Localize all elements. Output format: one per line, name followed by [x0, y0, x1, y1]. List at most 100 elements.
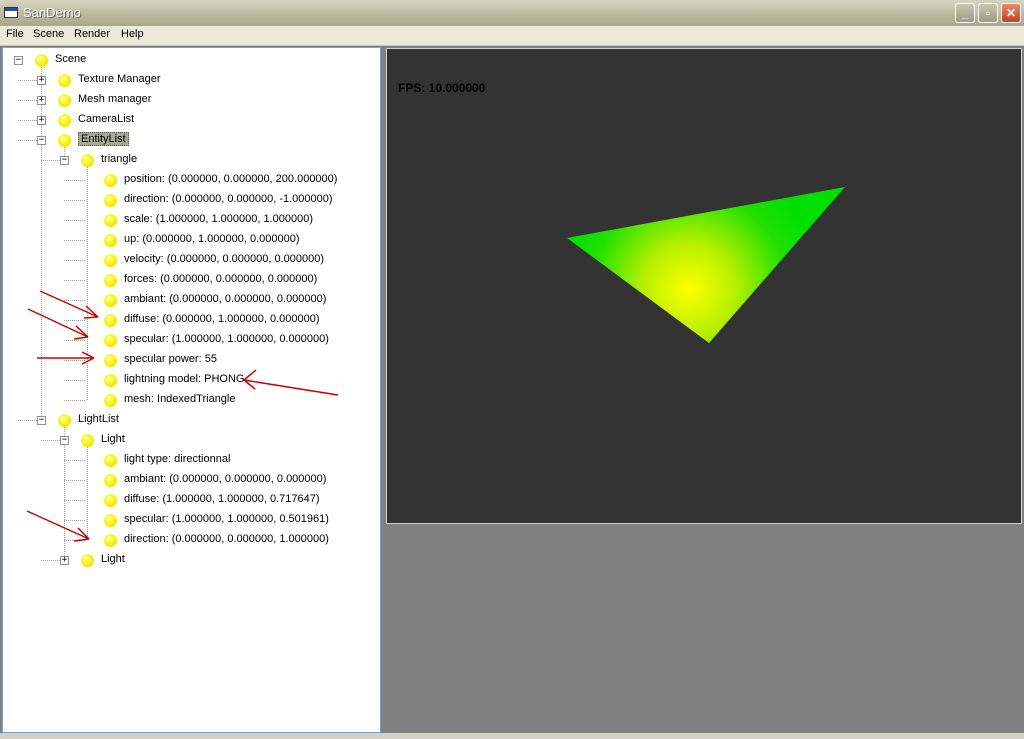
collapse-icon[interactable]: −: [37, 416, 46, 425]
node-bulb-icon: [58, 114, 71, 127]
tree-node-label[interactable]: light type: directionnal: [124, 453, 230, 465]
tree-connector: [41, 560, 62, 561]
node-bulb-icon: [104, 514, 117, 527]
tree-node-label[interactable]: Mesh manager: [78, 93, 151, 105]
expand-icon[interactable]: +: [37, 116, 46, 125]
menu-scene[interactable]: Scene: [33, 28, 64, 40]
node-bulb-icon: [104, 334, 117, 347]
tree-node[interactable]: diffuse: (0.000000, 1.000000, 0.000000): [3, 310, 373, 330]
tree-node[interactable]: ambiant: (0.000000, 0.000000, 0.000000): [3, 290, 373, 310]
tree-connector: [18, 80, 39, 81]
expand-icon[interactable]: +: [37, 96, 46, 105]
tree-node-label[interactable]: direction: (0.000000, 0.000000, -1.00000…: [124, 193, 333, 205]
tree-node[interactable]: lightning model: PHONG: [3, 370, 373, 390]
status-strip: [0, 733, 1024, 739]
title-bar[interactable]: SanDemo _ ▫ ✕: [0, 0, 1024, 27]
tree-node-label[interactable]: CameraList: [78, 113, 134, 125]
tree-node[interactable]: ambiant: (0.000000, 0.000000, 0.000000): [3, 470, 373, 490]
tree-connector: [64, 460, 85, 461]
tree-node-label[interactable]: triangle: [101, 153, 137, 165]
node-bulb-icon: [104, 534, 117, 547]
tree-connector: [64, 200, 85, 201]
tree-node-label[interactable]: specular: (1.000000, 1.000000, 0.501961): [124, 513, 329, 525]
tree-node-label[interactable]: velocity: (0.000000, 0.000000, 0.000000): [124, 253, 324, 265]
collapse-icon[interactable]: −: [60, 436, 69, 445]
tree-node[interactable]: − Scene: [3, 50, 373, 70]
node-bulb-icon: [58, 414, 71, 427]
tree-node[interactable]: − triangle: [3, 150, 373, 170]
tree-node[interactable]: velocity: (0.000000, 0.000000, 0.000000): [3, 250, 373, 270]
tree-connector: [64, 320, 85, 321]
tree-connector: [41, 160, 62, 161]
app-icon[interactable]: [4, 7, 18, 18]
tree-node-label[interactable]: specular: (1.000000, 1.000000, 0.000000): [124, 333, 329, 345]
tree-connector: [64, 240, 85, 241]
scene-tree[interactable]: − Scene + Texture Manager + Mesh manager + Came…: [3, 48, 380, 732]
rendered-triangle: [567, 187, 845, 343]
scene-tree-panel[interactable]: − Scene + Texture Manager + Mesh manager + Came…: [2, 47, 381, 733]
tree-node[interactable]: direction: (0.000000, 0.000000, -1.00000…: [3, 190, 373, 210]
tree-node[interactable]: diffuse: (1.000000, 1.000000, 0.717647): [3, 490, 373, 510]
tree-node-label[interactable]: mesh: IndexedTriangle: [124, 393, 236, 405]
tree-node[interactable]: mesh: IndexedTriangle: [3, 390, 373, 410]
tree-node-label[interactable]: direction: (0.000000, 0.000000, 1.000000…: [124, 533, 329, 545]
tree-node-label[interactable]: Texture Manager: [78, 73, 161, 85]
tree-node[interactable]: specular: (1.000000, 1.000000, 0.501961): [3, 510, 373, 530]
tree-node-label[interactable]: Light: [101, 433, 125, 445]
tree-node-label[interactable]: lightning model: PHONG: [124, 373, 244, 385]
tree-node[interactable]: light type: directionnal: [3, 450, 373, 470]
tree-node[interactable]: specular: (1.000000, 1.000000, 0.000000): [3, 330, 373, 350]
node-bulb-icon: [104, 374, 117, 387]
collapse-icon[interactable]: −: [37, 136, 46, 145]
tree-connector: [64, 280, 85, 281]
tree-node-label[interactable]: scale: (1.000000, 1.000000, 1.000000): [124, 213, 313, 225]
minimize-button[interactable]: _: [955, 3, 975, 23]
tree-node-label[interactable]: Scene: [55, 53, 86, 65]
tree-node-label[interactable]: forces: (0.000000, 0.000000, 0.000000): [124, 273, 317, 285]
tree-node-label[interactable]: up: (0.000000, 1.000000, 0.000000): [124, 233, 300, 245]
node-bulb-icon: [58, 74, 71, 87]
tree-node-label[interactable]: LightList: [78, 413, 119, 425]
tree-node[interactable]: + CameraList: [3, 110, 373, 130]
collapse-icon[interactable]: −: [60, 156, 69, 165]
close-button[interactable]: ✕: [1001, 3, 1021, 23]
node-bulb-icon: [58, 94, 71, 107]
tree-node[interactable]: specular power: 55: [3, 350, 373, 370]
tree-node[interactable]: up: (0.000000, 1.000000, 0.000000): [3, 230, 373, 250]
tree-node[interactable]: direction: (0.000000, 0.000000, 1.000000…: [3, 530, 373, 550]
tree-node-label[interactable]: specular power: 55: [124, 353, 217, 365]
tree-connector: [64, 480, 85, 481]
tree-connector: [64, 300, 85, 301]
collapse-icon[interactable]: −: [14, 56, 23, 65]
maximize-button[interactable]: ▫: [978, 3, 998, 23]
tree-node-label[interactable]: position: (0.000000, 0.000000, 200.00000…: [124, 173, 337, 185]
tree-node[interactable]: − LightList: [3, 410, 373, 430]
tree-node-label[interactable]: diffuse: (0.000000, 1.000000, 0.000000): [124, 313, 320, 325]
tree-node-label[interactable]: Light: [101, 553, 125, 565]
node-bulb-icon: [104, 394, 117, 407]
tree-node-label[interactable]: diffuse: (1.000000, 1.000000, 0.717647): [124, 493, 320, 505]
menu-file[interactable]: File: [6, 28, 24, 40]
tree-node[interactable]: scale: (1.000000, 1.000000, 1.000000): [3, 210, 373, 230]
tree-node[interactable]: + Texture Manager: [3, 70, 373, 90]
tree-node[interactable]: + Light: [3, 550, 373, 570]
tree-node-label[interactable]: ambiant: (0.000000, 0.000000, 0.000000): [124, 293, 326, 305]
tree-node-label[interactable]: EntityList: [78, 132, 129, 146]
tree-node[interactable]: forces: (0.000000, 0.000000, 0.000000): [3, 270, 373, 290]
menu-render[interactable]: Render: [74, 28, 110, 40]
tree-connector: [41, 440, 62, 441]
tree-node[interactable]: + Mesh manager: [3, 90, 373, 110]
render-viewport[interactable]: FPS: 10.000000: [386, 48, 1022, 524]
node-bulb-icon: [81, 434, 94, 447]
tree-node[interactable]: − Light: [3, 430, 373, 450]
tree-node[interactable]: position: (0.000000, 0.000000, 200.00000…: [3, 170, 373, 190]
tree-node[interactable]: − EntityList: [3, 130, 373, 150]
expand-icon[interactable]: +: [60, 556, 69, 565]
tree-connector: [18, 140, 39, 141]
node-bulb-icon: [104, 274, 117, 287]
tree-connector: [64, 220, 85, 221]
window-title: SanDemo: [23, 5, 81, 20]
tree-node-label[interactable]: ambiant: (0.000000, 0.000000, 0.000000): [124, 473, 326, 485]
menu-help[interactable]: Help: [121, 28, 144, 40]
expand-icon[interactable]: +: [37, 76, 46, 85]
